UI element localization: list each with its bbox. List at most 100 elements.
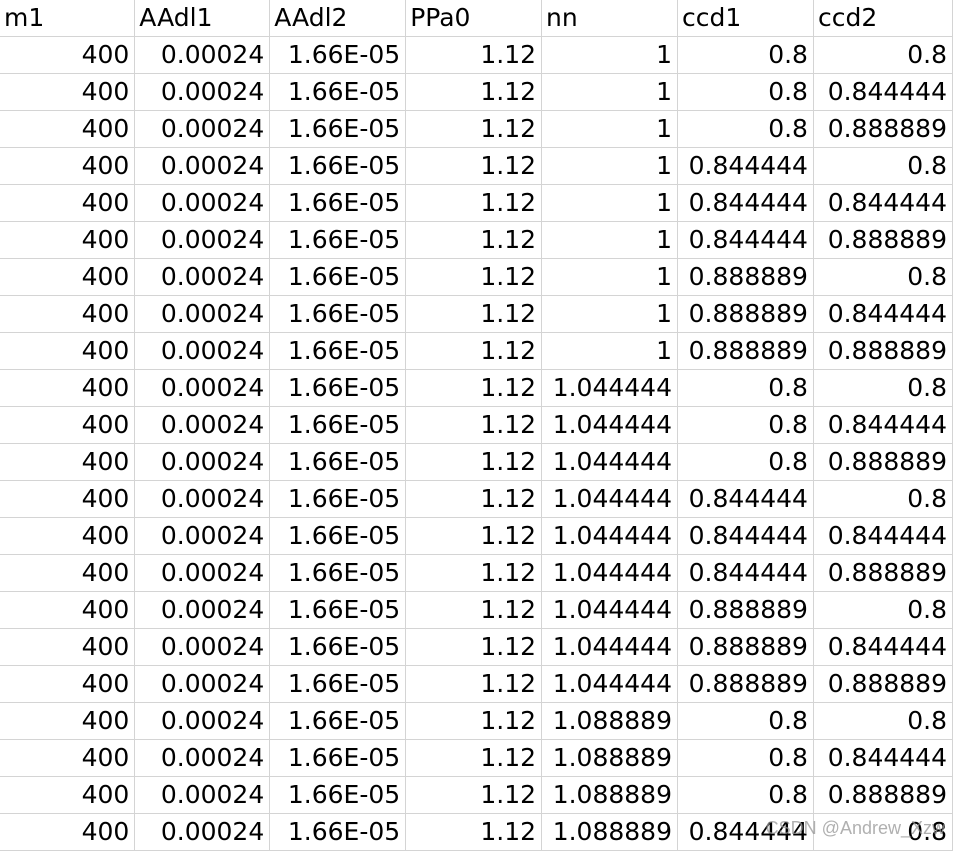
table-cell[interactable]: 0.844444 <box>677 554 814 592</box>
table-cell[interactable]: 1.12 <box>405 36 543 74</box>
table-cell[interactable]: 0.00024 <box>134 591 271 629</box>
table-cell[interactable]: 0.8 <box>813 702 953 740</box>
table-cell[interactable]: 1 <box>541 221 678 259</box>
table-cell[interactable]: 1.12 <box>405 628 543 666</box>
table-cell[interactable]: 1.12 <box>405 517 543 555</box>
table-cell[interactable]: 1.66E-05 <box>269 406 407 444</box>
table-cell[interactable]: 400 <box>0 369 136 407</box>
table-cell[interactable]: 0.8 <box>813 147 953 185</box>
table-cell[interactable]: 1.12 <box>405 591 543 629</box>
table-cell[interactable]: 1.044444 <box>541 554 678 592</box>
table-cell[interactable]: 0.8 <box>677 110 814 148</box>
table-cell[interactable]: 1.12 <box>405 73 543 111</box>
table-cell[interactable]: 400 <box>0 554 136 592</box>
table-cell[interactable]: 0.888889 <box>677 591 814 629</box>
table-cell[interactable]: 0.00024 <box>134 776 271 814</box>
table-cell[interactable]: 1.66E-05 <box>269 147 407 185</box>
table-cell[interactable]: 0.844444 <box>813 184 953 222</box>
table-cell[interactable]: 0.8 <box>813 258 953 296</box>
table-cell[interactable]: 400 <box>0 776 136 814</box>
table-cell[interactable]: 0.8 <box>813 591 953 629</box>
table-cell[interactable]: 1.12 <box>405 295 543 333</box>
table-cell[interactable]: 0.888889 <box>813 443 953 481</box>
table-cell[interactable]: 1.66E-05 <box>269 628 407 666</box>
table-cell[interactable]: 1.044444 <box>541 369 678 407</box>
table-cell[interactable]: 1.12 <box>405 369 543 407</box>
table-cell[interactable]: 1.088889 <box>541 702 678 740</box>
table-cell[interactable]: 1.088889 <box>541 776 678 814</box>
table-cell[interactable]: 0.8 <box>677 776 814 814</box>
table-cell[interactable]: 0.00024 <box>134 332 271 370</box>
table-cell[interactable]: 1.66E-05 <box>269 739 407 777</box>
table-cell[interactable]: 1.66E-05 <box>269 36 407 74</box>
table-cell[interactable]: 0.00024 <box>134 554 271 592</box>
table-cell[interactable]: 1.66E-05 <box>269 221 407 259</box>
table-cell[interactable]: 0.844444 <box>677 184 814 222</box>
table-cell[interactable]: 0.00024 <box>134 480 271 518</box>
table-cell[interactable]: 1.66E-05 <box>269 517 407 555</box>
table-cell[interactable]: 1.12 <box>405 258 543 296</box>
header-cell-ccd1[interactable]: ccd1 <box>677 0 814 37</box>
table-cell[interactable]: 400 <box>0 147 136 185</box>
table-cell[interactable]: 1.66E-05 <box>269 443 407 481</box>
table-cell[interactable]: 1.66E-05 <box>269 110 407 148</box>
table-cell[interactable]: 0.844444 <box>677 517 814 555</box>
table-cell[interactable]: 400 <box>0 443 136 481</box>
table-cell[interactable]: 400 <box>0 628 136 666</box>
table-cell[interactable]: 1.044444 <box>541 406 678 444</box>
table-cell[interactable]: 1.088889 <box>541 739 678 777</box>
table-cell[interactable]: 0.00024 <box>134 628 271 666</box>
table-cell[interactable]: 400 <box>0 184 136 222</box>
table-cell[interactable]: 0.00024 <box>134 184 271 222</box>
table-cell[interactable]: 0.8 <box>813 36 953 74</box>
table-cell[interactable]: 400 <box>0 480 136 518</box>
table-cell[interactable]: 1 <box>541 36 678 74</box>
table-cell[interactable]: 0.888889 <box>813 776 953 814</box>
table-cell[interactable]: 0.888889 <box>677 258 814 296</box>
table-cell[interactable]: 0.8 <box>813 480 953 518</box>
table-cell[interactable]: 0.8 <box>677 739 814 777</box>
table-cell[interactable]: 400 <box>0 295 136 333</box>
table-cell[interactable]: 0.888889 <box>813 332 953 370</box>
header-cell-aadl2[interactable]: AAdl2 <box>269 0 407 37</box>
table-cell[interactable]: 1.044444 <box>541 480 678 518</box>
table-cell[interactable]: 0.00024 <box>134 517 271 555</box>
table-cell[interactable]: 0.8 <box>813 369 953 407</box>
table-cell[interactable]: 400 <box>0 110 136 148</box>
table-cell[interactable]: 1 <box>541 332 678 370</box>
table-cell[interactable]: 400 <box>0 517 136 555</box>
table-cell[interactable]: 400 <box>0 332 136 370</box>
table-cell[interactable]: 0.8 <box>677 73 814 111</box>
table-cell[interactable]: 400 <box>0 406 136 444</box>
table-cell[interactable]: 1.66E-05 <box>269 295 407 333</box>
table-cell[interactable]: 1.12 <box>405 443 543 481</box>
table-cell[interactable]: 0.844444 <box>813 739 953 777</box>
table-cell[interactable]: 1 <box>541 147 678 185</box>
table-cell[interactable]: 0.8 <box>677 443 814 481</box>
table-cell[interactable]: 0.888889 <box>813 110 953 148</box>
table-cell[interactable]: 1.12 <box>405 739 543 777</box>
table-cell[interactable]: 1.12 <box>405 776 543 814</box>
table-cell[interactable]: 0.844444 <box>813 73 953 111</box>
table-cell[interactable]: 1.044444 <box>541 628 678 666</box>
table-cell[interactable]: 1.66E-05 <box>269 184 407 222</box>
table-cell[interactable]: 0.00024 <box>134 443 271 481</box>
table-cell[interactable]: 1.66E-05 <box>269 258 407 296</box>
table-cell[interactable]: 400 <box>0 73 136 111</box>
header-cell-nn[interactable]: nn <box>541 0 678 37</box>
table-cell[interactable]: 1.66E-05 <box>269 776 407 814</box>
table-cell[interactable]: 400 <box>0 36 136 74</box>
header-cell-ppa0[interactable]: PPa0 <box>405 0 543 37</box>
table-cell[interactable]: 0.8 <box>677 702 814 740</box>
table-cell[interactable]: 0.00024 <box>134 369 271 407</box>
table-cell[interactable]: 400 <box>0 258 136 296</box>
table-cell[interactable]: 0.00024 <box>134 110 271 148</box>
table-cell[interactable]: 0.00024 <box>134 295 271 333</box>
header-cell-m1[interactable]: m1 <box>0 0 136 37</box>
table-cell[interactable]: 1.12 <box>405 147 543 185</box>
table-cell[interactable]: 1.66E-05 <box>269 591 407 629</box>
table-cell[interactable]: 0.00024 <box>134 406 271 444</box>
table-cell[interactable]: 1 <box>541 295 678 333</box>
table-cell[interactable]: 0.8 <box>677 406 814 444</box>
table-cell[interactable]: 1.66E-05 <box>269 73 407 111</box>
